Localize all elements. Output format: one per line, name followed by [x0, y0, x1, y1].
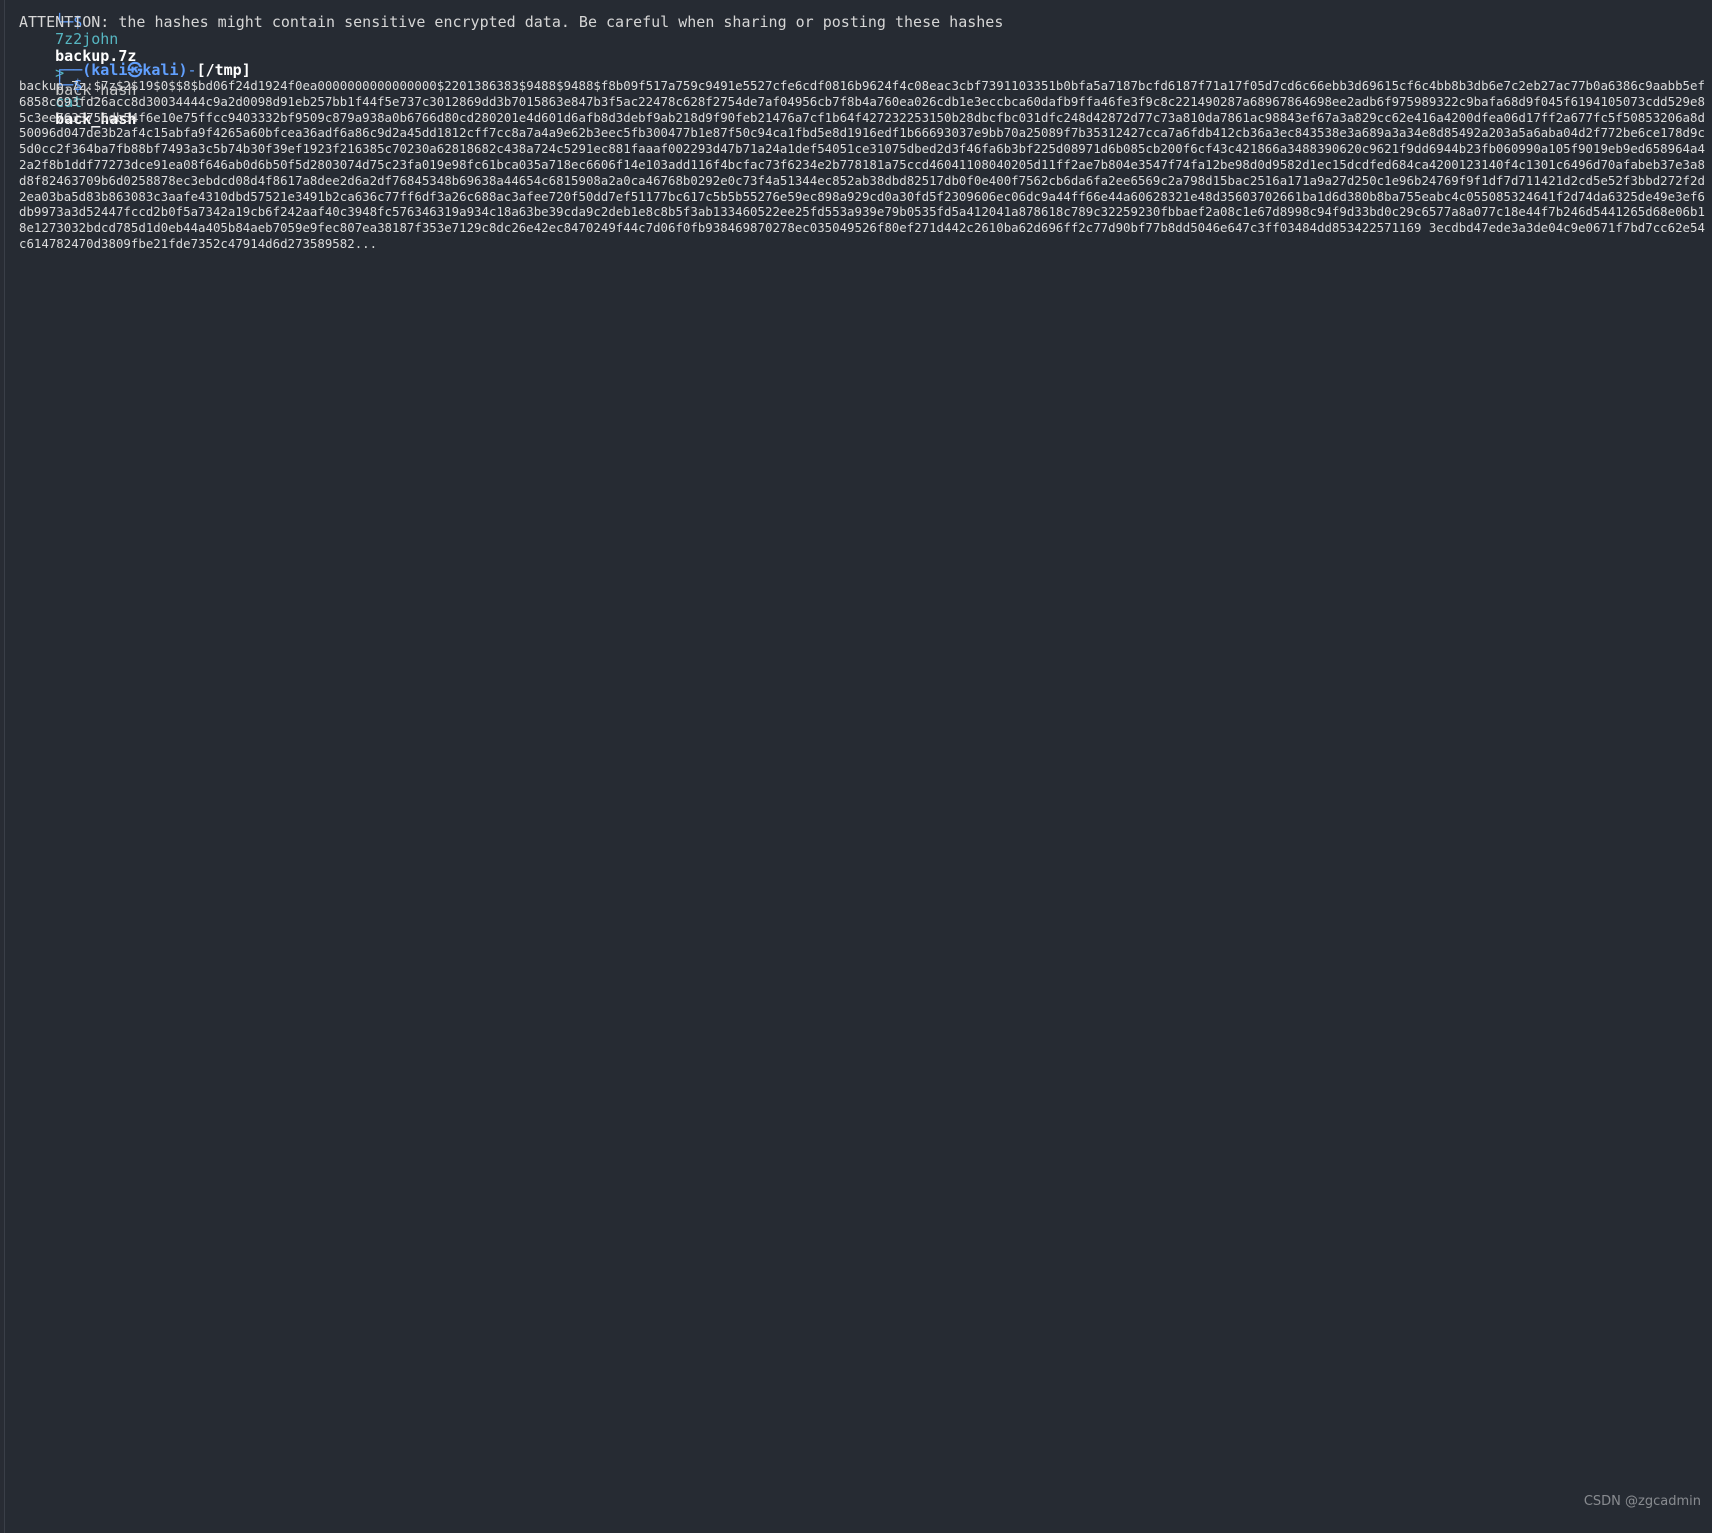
terminal-window[interactable]: └─$ 7z2john backup.7z > back_hash ATTENT…: [4, 0, 1712, 1533]
hash-output-text: backup.7z:$7z$2$19$0$$8$bd06f24d1924f0ea…: [19, 78, 1705, 251]
command-line-cat: └─$ cat back_hash: [19, 60, 136, 128]
attention-message: ATTENTION: the hashes might contain sens…: [19, 13, 1004, 31]
watermark-text: CSDN @zgcadmin: [1583, 1494, 1701, 1509]
command-line-7z2john: └─$ 7z2john backup.7z > back_hash: [19, 0, 136, 99]
prompt-dir: [/tmp]: [196, 61, 251, 79]
